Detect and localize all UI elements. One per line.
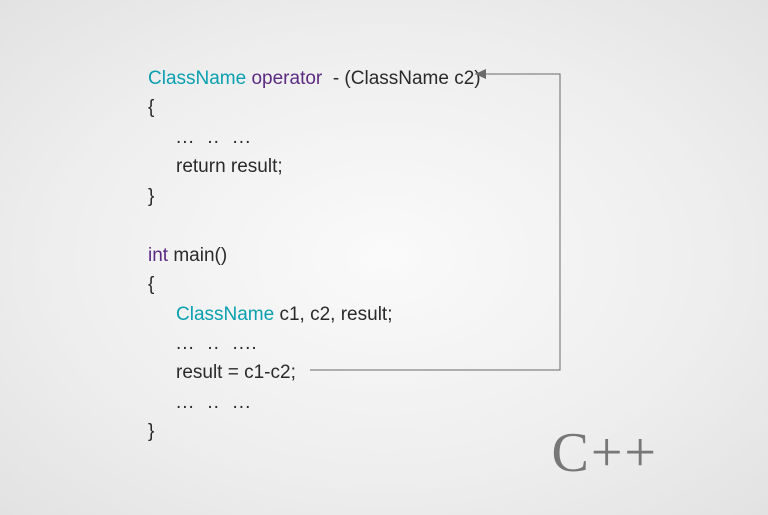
code-line-8: ClassName c1, c2, result; — [148, 300, 481, 329]
code-line-9: ... .. .... — [148, 329, 481, 358]
code-line-10: result = c1-c2; — [148, 358, 481, 387]
token-operator: operator — [251, 68, 322, 89]
token-main: main() — [168, 245, 227, 266]
code-line-7: { — [148, 270, 481, 299]
language-label: C++ — [551, 421, 658, 485]
token-return: return result; — [176, 156, 283, 177]
code-line-2: { — [148, 93, 481, 122]
ellipsis: ... .. .... — [176, 333, 258, 354]
code-line-3: ... .. ... — [148, 123, 481, 152]
token-decl: c1, c2, result; — [274, 304, 392, 325]
token-classname: ClassName — [148, 68, 246, 89]
code-line-11: ... .. ... — [148, 388, 481, 417]
ellipsis: ... .. ... — [176, 127, 251, 148]
code-blank — [148, 211, 481, 240]
code-line-4: return result; — [148, 152, 481, 181]
code-line-1: ClassName operator - (ClassName c2) — [148, 64, 481, 93]
token-int: int — [148, 245, 168, 266]
ellipsis: ... .. ... — [176, 392, 251, 413]
token-signature: - (ClassName c2) — [322, 68, 480, 89]
token-classname: ClassName — [176, 304, 274, 325]
code-line-5: } — [148, 182, 481, 211]
code-line-6: int main() — [148, 241, 481, 270]
code-line-12: } — [148, 417, 481, 446]
code-block: ClassName operator - (ClassName c2) { ..… — [148, 64, 481, 447]
token-assign: result = c1-c2; — [176, 362, 296, 383]
